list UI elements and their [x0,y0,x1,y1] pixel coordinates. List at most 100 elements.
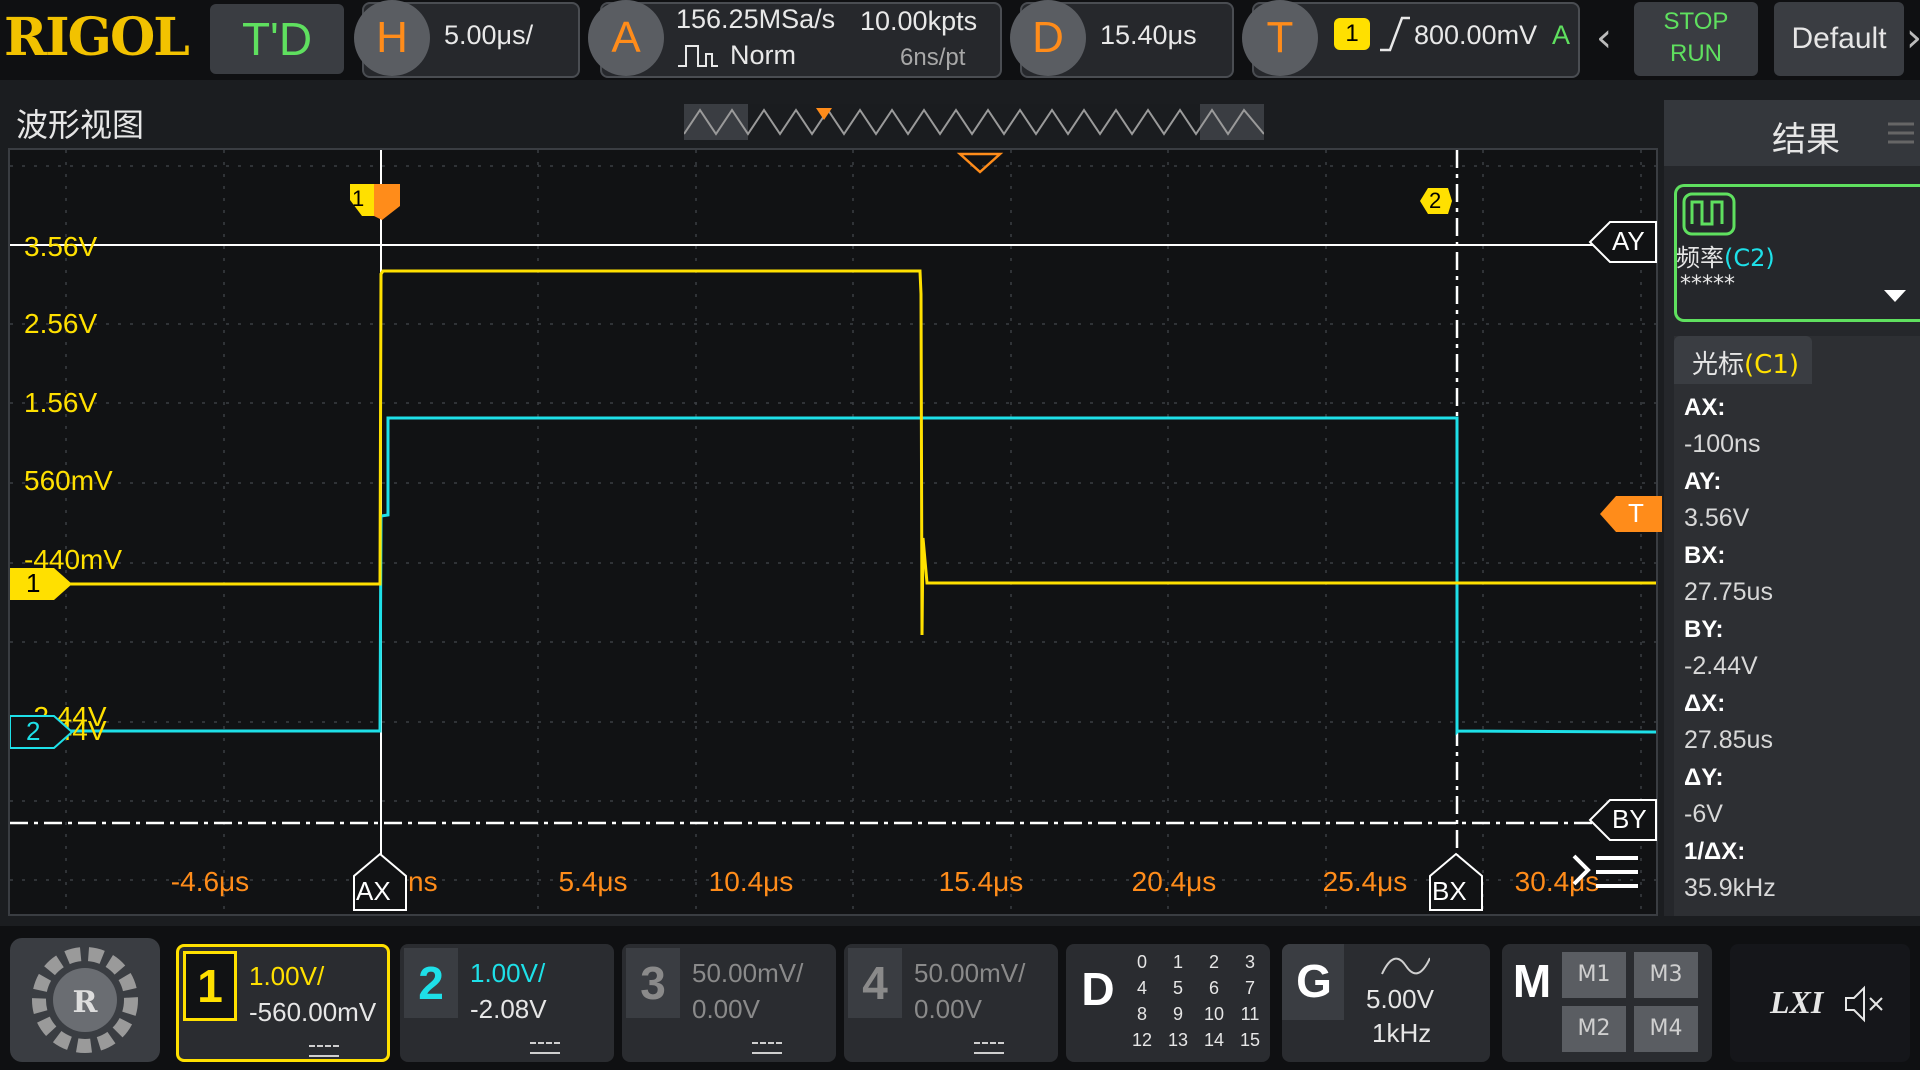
x-axis-label: -4.6μs [171,866,249,897]
cursor2-flag: 2 [1418,186,1454,216]
frequency-measure-icon [1682,192,1736,236]
digital-bit: 14 [1203,1030,1225,1050]
cursor-item-value: 27.85us [1684,726,1773,754]
digital-bit: 13 [1167,1030,1189,1050]
cursor-label: 光标(C1) [1692,344,1799,381]
digital-bit: 0 [1136,952,1147,972]
digital-bit: 6 [1208,978,1219,998]
chevron-left-icon[interactable]: ‹ [1596,8,1626,68]
top-bar: RIGOL T'D H 5.00μs/ A 156.25MSa/s 10.00k… [0,0,1920,80]
channel-offset: -560.00mV [249,997,377,1027]
cursor-item-label: AY: [1684,468,1722,495]
cursor-item-value: -6V [1684,800,1723,828]
trigger-source-badge: 1 [1334,18,1370,50]
ch1-offset-marker[interactable]: 1 [10,566,76,602]
sine-wave-icon [1381,957,1430,975]
x-axis-label: 5.4μs [558,866,627,897]
home-button[interactable]: R [10,938,160,1062]
digital-bit: 5 [1172,978,1183,998]
trigger-level: 800.00mV [1414,20,1538,50]
cursor-channel: (C1) [1744,350,1799,380]
math-m1-button[interactable]: M1 [1562,952,1626,998]
channel-2-box[interactable]: 2 1.00V/ -2.08V [400,944,614,1062]
collapse-menu-icon[interactable] [1570,850,1642,900]
delay-button[interactable]: D [1010,0,1086,76]
horizontal-button[interactable]: H [354,0,430,76]
cursor2-flag-label: 2 [1429,188,1442,213]
channel-3-box[interactable]: 3 50.00mV/0.00V [622,944,836,1062]
digital-box[interactable]: D 0 1 2 3 4 5 6 7 8 9 10 11 12 13 14 15 [1066,944,1270,1062]
generator-letter: G [1296,955,1332,1007]
ch1-marker-label: 1 [26,568,41,598]
digital-bit: 8 [1136,1004,1147,1024]
channel-coupling-icon [309,1045,339,1057]
cursor-ay-flag[interactable]: AY [1588,220,1658,264]
timebase-value: 5.00μs/ [444,20,534,50]
x-axis-label: 10.4μs [709,866,794,897]
acquire-button[interactable]: A [588,0,664,76]
channel-coupling-icon [752,1042,782,1054]
channel-coupling-icon [530,1042,560,1054]
memory-overview-bar[interactable] [684,104,1264,140]
delay-value: 15.40μs [1100,20,1197,50]
channel-scale: 50.00mV/ [914,958,1026,988]
math-box[interactable]: M M1 M3 M2 M4 [1502,944,1712,1062]
ch2-marker-label: 2 [26,716,41,746]
y-axis-labels: 3.56V2.56V1.56V560mV-440mV-2.44V-1.44V [24,231,122,746]
channel-number: 4 [848,948,902,1018]
svg-text:R: R [73,985,99,1020]
digital-letter: D [1081,963,1115,1015]
math-letter: M [1512,955,1552,1007]
waveform-grid[interactable]: 3.56V2.56V1.56V560mV-440mV-2.44V-1.44V -… [8,148,1662,916]
results-menu-icon[interactable] [1886,118,1916,148]
run-stop-button[interactable]: STOP RUN [1634,2,1758,76]
cursor-bx-label: BX [1432,876,1467,906]
cursor-item-label: AX: [1684,394,1726,421]
channel-1-box[interactable]: 1 1.00V/ -560.00mV [176,944,390,1062]
trigger-button[interactable]: T [1242,0,1318,76]
digital-bit: 3 [1244,952,1255,972]
math-m2-button[interactable]: M2 [1562,1006,1626,1052]
cursor-ax-flag[interactable]: AX [350,852,410,912]
digital-bit: 2 [1208,952,1219,972]
generator-box[interactable]: G 5.00V 1kHz [1282,944,1490,1062]
digital-bit: 15 [1239,1030,1261,1050]
generator-amplitude: 5.00V [1366,984,1434,1014]
chevron-down-icon[interactable] [1882,288,1908,304]
channel-4-box[interactable]: 4 50.00mV/0.00V [844,944,1058,1062]
default-button[interactable]: Default [1774,2,1904,76]
cursor-item-value: 35.9kHz [1684,874,1776,902]
speaker-muted-icon[interactable] [1842,984,1886,1024]
chevron-right-icon[interactable]: › [1906,8,1920,68]
frequency-label-text: 频率 [1676,244,1724,272]
trigger-flag-channel: 1 [352,186,365,211]
cursor-bx-flag[interactable]: BX [1426,852,1486,912]
ch2-offset-marker[interactable]: 2 [10,714,76,750]
cursor-item-label: BX: [1684,542,1726,569]
memory-depth: 10.00kpts [860,6,978,36]
frequency-value: ***** [1680,272,1735,297]
x-axis-label: 15.4μs [939,866,1024,897]
td-button[interactable]: T'D [210,4,344,74]
trigger-flag[interactable]: 1 [338,180,410,222]
channel-number: 1 [183,951,237,1021]
results-title: 结果 [1772,120,1840,160]
cursor-item-value: 27.75us [1684,578,1773,606]
y-axis-label: 3.56V [24,231,97,262]
cursor-item-label: BY: [1684,616,1724,643]
acquire-mode: Norm [730,40,796,70]
cursor-item-label: 1/ΔX: [1684,838,1746,865]
cursor-item-label: ΔY: [1684,764,1724,791]
math-m3-button[interactable]: M3 [1634,952,1698,998]
trigger-level-flag-label: T [1628,498,1644,528]
generator-frequency: 1kHz [1372,1018,1432,1048]
acquire-pulse-icon [678,45,718,67]
math-m4-button[interactable]: M4 [1634,1006,1698,1052]
cursor-item-value: 3.56V [1684,504,1750,532]
trigger-level-flag[interactable]: T [1598,494,1662,534]
results-panel: 结果 频率(C2) ***** 光标(C1) AX: -100ns AY: 3.56V… [1664,100,1920,916]
run-label: RUN [1670,40,1722,67]
digital-bit: 9 [1172,1004,1183,1024]
cursor-by-flag[interactable]: BY [1588,798,1658,842]
sample-rate: 156.25MSa/s [676,4,836,34]
